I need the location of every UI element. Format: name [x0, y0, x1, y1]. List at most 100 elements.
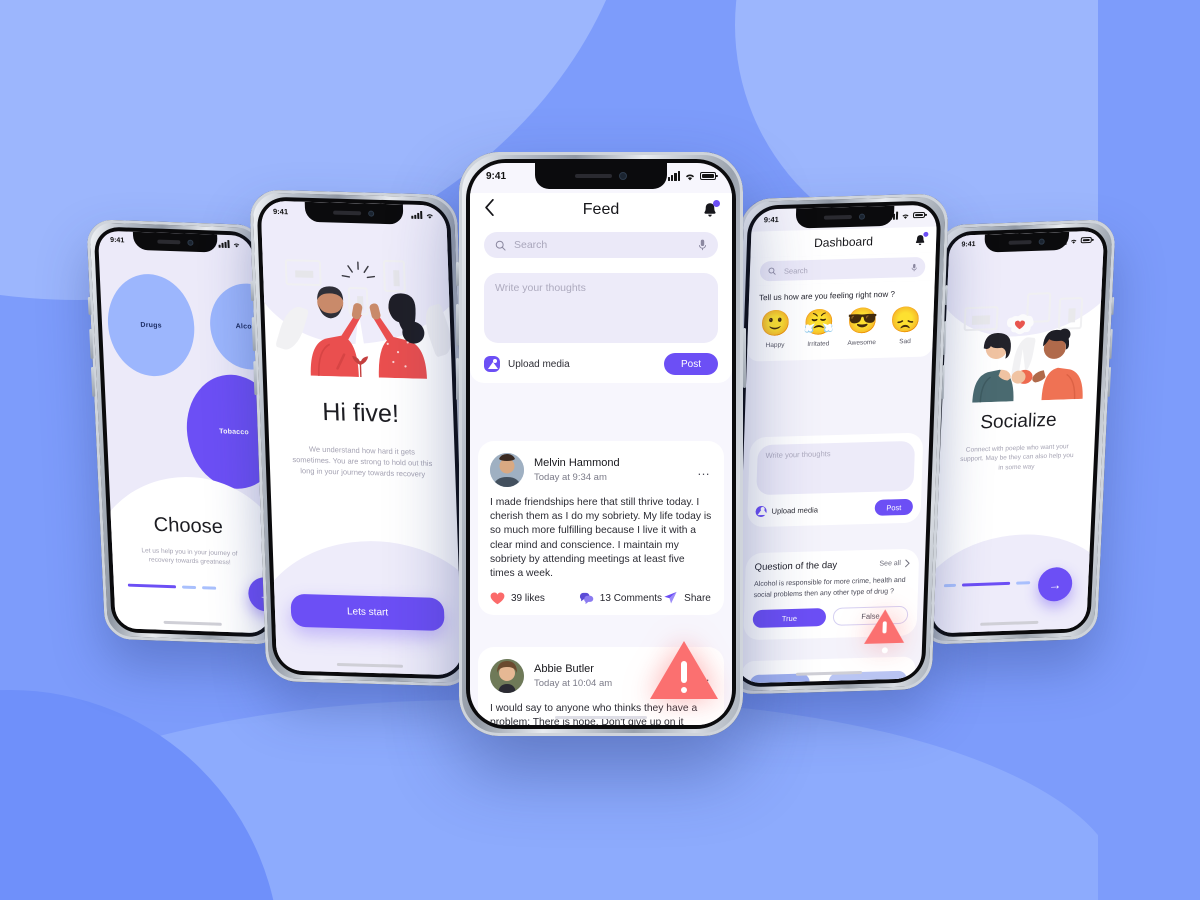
- thoughts-placeholder: Write your thoughts: [765, 449, 831, 460]
- warning-alert-icon: [864, 608, 906, 644]
- comment-icon: [579, 592, 594, 604]
- front-camera: [1038, 238, 1046, 245]
- phone-volume-down[interactable]: [456, 358, 459, 400]
- answer-true-button[interactable]: True: [752, 608, 827, 629]
- search-placeholder: Search: [783, 265, 808, 276]
- phone-notch: [304, 201, 404, 225]
- wifi-icon: [685, 174, 695, 180]
- progress-dash[interactable]: [181, 585, 197, 590]
- comments-button[interactable]: 13 Comments: [579, 592, 663, 605]
- image-upload-icon[interactable]: [755, 505, 767, 517]
- image-upload-icon[interactable]: [484, 356, 500, 372]
- notification-badge-dot: [713, 199, 720, 207]
- bubble-label: Drugs: [140, 321, 162, 329]
- mood-label: Awesome: [847, 339, 877, 347]
- question-text: Alcohol is responsible for more crime, h…: [753, 576, 906, 599]
- section-heading: Question of the day: [754, 559, 838, 574]
- mood-option-happy[interactable]: 🙂 Happy: [759, 309, 792, 349]
- question-header: Question of the day See all: [754, 558, 910, 573]
- earpiece-speaker: [1008, 240, 1032, 245]
- search-input[interactable]: Search: [759, 256, 926, 282]
- bubble-drugs[interactable]: Drugs: [105, 272, 197, 378]
- microphone-icon[interactable]: [911, 263, 917, 272]
- post-card: Melvin Hammond Today at 9:34 am … I made…: [478, 441, 724, 616]
- mood-option-irritated[interactable]: 😤 Irritated: [803, 308, 835, 348]
- choose-copy: Choose Let us help you in your journey o…: [111, 512, 268, 569]
- page-subtitle: We understand how hard it gets sometimes…: [292, 444, 433, 479]
- socialize-screen: 9:41 Socialize Connect with poeple who w…: [931, 230, 1105, 634]
- socialize-illustration: [960, 291, 1099, 403]
- share-button[interactable]: Share: [663, 591, 711, 605]
- status-time: 9:41: [272, 206, 289, 216]
- mood-option-awesome[interactable]: 😎 Awesome: [846, 307, 879, 347]
- phone-volume-up[interactable]: [456, 304, 459, 346]
- composer-actions: Upload media Post: [755, 498, 914, 519]
- search-input[interactable]: Search: [484, 232, 718, 258]
- comment-count: 13 Comments: [599, 592, 663, 604]
- microphone-icon[interactable]: [698, 239, 707, 251]
- app-showcase-canvas: 9:41 Drugs Alcohol Tobacco Choose Let us…: [0, 0, 1200, 900]
- emoji-glyph: 🙂: [759, 309, 792, 339]
- phone-silent-switch[interactable]: [250, 281, 254, 302]
- lets-start-button[interactable]: Lets start: [290, 593, 445, 632]
- status-time: 9:41: [763, 214, 779, 224]
- notifications-button[interactable]: [696, 199, 720, 219]
- avatar[interactable]: [490, 659, 524, 693]
- battery-icon: [912, 211, 926, 219]
- progress-dash[interactable]: [1016, 581, 1031, 585]
- mood-label: Sad: [899, 338, 911, 346]
- phone-power-button[interactable]: [743, 328, 746, 388]
- page-title: Dashboard: [813, 234, 874, 250]
- phone-socialize: 9:41 Socialize Connect with poeple who w…: [920, 219, 1116, 645]
- like-button[interactable]: 39 likes: [490, 592, 579, 605]
- post-author: Melvin Hammond: [534, 457, 620, 469]
- back-button[interactable]: [484, 199, 506, 221]
- next-section-card: [740, 656, 916, 684]
- status-time: 9:41: [486, 170, 507, 182]
- status-time: 9:41: [110, 236, 125, 244]
- phone-volume-up[interactable]: [89, 328, 94, 360]
- phone-volume-up[interactable]: [251, 317, 256, 352]
- page-title: Feed: [582, 201, 620, 218]
- home-indicator: [555, 716, 647, 719]
- choose-screen: 9:41 Drugs Alcohol Tobacco Choose Let us…: [97, 230, 271, 634]
- emoji-glyph: 😎: [846, 307, 879, 336]
- thoughts-textarea[interactable]: Write your thoughts: [484, 273, 718, 343]
- progress-dash[interactable]: [943, 583, 957, 588]
- phone-feed: 9:41 Feed Search Write your thoughts Upl…: [456, 152, 746, 736]
- phone-dashboard: 9:41 Dashboard Search Tell us how are yo…: [724, 193, 949, 695]
- thoughts-placeholder: Write your thoughts: [495, 282, 586, 294]
- bubble-label: Tobacco: [218, 427, 250, 436]
- feed-header: Feed: [470, 193, 732, 227]
- avatar[interactable]: [490, 453, 524, 487]
- post-button[interactable]: Post: [664, 353, 718, 375]
- post-header: Melvin Hammond Today at 9:34 am …: [490, 453, 712, 487]
- warning-alert-icon: [650, 641, 718, 699]
- post-button[interactable]: Post: [874, 498, 914, 516]
- phone-volume-down[interactable]: [253, 361, 257, 396]
- more-horizontal-icon[interactable]: …: [697, 463, 712, 478]
- see-all-link[interactable]: See all: [879, 560, 901, 568]
- cellular-signal-icon: [218, 240, 230, 248]
- battery-icon: [1080, 237, 1092, 244]
- page-subtitle: Connect with poeple who want your suppor…: [959, 443, 1074, 472]
- phone-silent-switch[interactable]: [87, 296, 92, 316]
- phone-notch: [794, 205, 894, 229]
- phone-volume-down[interactable]: [90, 366, 95, 397]
- button-label: Post: [886, 502, 902, 513]
- post-body: I made friendships here that still thriv…: [490, 497, 712, 580]
- mood-option-sad[interactable]: 😞 Sad: [889, 306, 922, 346]
- progress-dash[interactable]: [202, 586, 217, 590]
- front-camera: [858, 213, 865, 220]
- phone-notch: [984, 231, 1070, 253]
- upload-media-label[interactable]: Upload media: [771, 503, 874, 515]
- chevron-right-icon[interactable]: [905, 559, 910, 568]
- upload-media-label[interactable]: Upload media: [508, 359, 664, 370]
- cellular-signal-icon: [411, 210, 423, 220]
- phone-bezel: 9:41: [466, 159, 736, 729]
- send-share-icon: [664, 592, 677, 604]
- phone-silent-switch[interactable]: [456, 262, 459, 286]
- thoughts-textarea[interactable]: Write your thoughts: [756, 440, 916, 496]
- page-title: Choose: [153, 513, 224, 539]
- notifications-button[interactable]: [910, 231, 929, 246]
